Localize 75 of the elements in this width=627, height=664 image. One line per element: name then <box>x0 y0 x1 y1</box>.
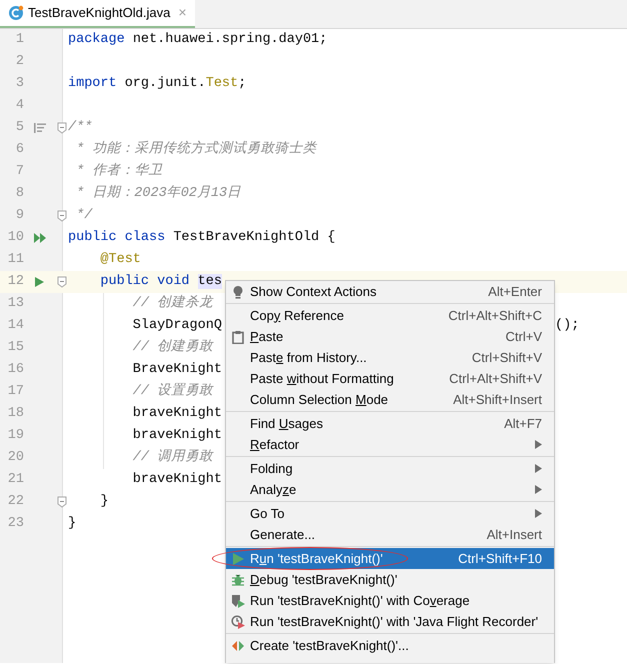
menu-item[interactable]: Run 'testBraveKnight()' Ctrl+Shift+F10 <box>226 548 554 569</box>
line-number: 12 <box>6 272 24 291</box>
code-line: SlayDragonQ <box>132 316 222 335</box>
menu-item[interactable]: Generate... Alt+Insert <box>226 524 554 545</box>
code-line: // 创建杀龙 <box>132 294 214 313</box>
menu-item[interactable]: Copy Reference Ctrl+Alt+Shift+C <box>226 305 554 326</box>
bug-icon <box>231 572 245 586</box>
code-line: BraveKnight <box>132 360 222 379</box>
line-number: 15 <box>6 338 24 357</box>
line-number: 11 <box>6 250 24 269</box>
menu-item[interactable]: Column Selection Mode Alt+Shift+Insert <box>226 389 554 410</box>
lightbulb-icon <box>231 284 245 298</box>
menu-item[interactable]: Show Context Actions Alt+Enter <box>226 281 554 302</box>
run-all-icon <box>33 232 47 244</box>
line-number: 20 <box>6 448 24 467</box>
class-file-icon <box>8 4 24 20</box>
line-number: 14 <box>6 316 24 335</box>
code-line: */ <box>75 206 92 225</box>
code-line: * 作者：华卫 <box>75 162 162 181</box>
menu-item[interactable]: Paste without Formatting Ctrl+Alt+Shift+V <box>226 368 554 389</box>
code-line: * 日期：2023年02月13日 <box>75 184 242 203</box>
code-line: * 功能：采用传统方式测试勇敢骑士类 <box>75 140 316 159</box>
line-number: 22 <box>6 492 24 511</box>
line-number: 23 <box>6 514 24 533</box>
code-line: braveKnight <box>132 426 222 445</box>
doc-comment-icon <box>33 122 47 134</box>
menu-item[interactable]: Run 'testBraveKnight()' with Coverage <box>226 590 554 611</box>
code-line: // 调用勇敢 <box>132 448 214 467</box>
code-line: // 创建勇敢 <box>132 338 214 357</box>
line-number: 4 <box>14 96 24 115</box>
menu-item[interactable]: Create 'testBraveKnight()'... <box>226 635 554 656</box>
tab-title: TestBraveKnightOld.java <box>28 4 170 22</box>
line-number: 18 <box>6 404 24 423</box>
code-line: } <box>68 514 76 533</box>
code-line: // 设置勇敢 <box>132 382 214 401</box>
line-number: 9 <box>14 206 24 225</box>
shield-play-icon <box>231 594 245 608</box>
run-icon <box>231 552 245 566</box>
code-line: public void tes <box>99 272 222 291</box>
clock-play-icon <box>231 614 245 628</box>
line-number: 7 <box>14 162 24 181</box>
line-number: 19 <box>6 426 24 445</box>
line-number: 3 <box>14 74 24 93</box>
menu-item[interactable]: Find Usages Alt+F7 <box>226 413 554 434</box>
code-line: /** <box>68 118 92 137</box>
menu-item[interactable]: Paste Ctrl+V <box>226 326 554 347</box>
line-number: 1 <box>14 30 24 49</box>
menu-item[interactable]: Paste from History... Ctrl+Shift+V <box>226 347 554 368</box>
clipboard-icon <box>231 330 245 344</box>
code-line: braveKnight <box>132 404 222 423</box>
menu-item[interactable]: Folding <box>226 458 554 479</box>
menu-item[interactable]: Debug 'testBraveKnight()' <box>226 569 554 590</box>
line-number: 6 <box>14 140 24 159</box>
code-line: @Test <box>99 250 141 269</box>
line-number: 5 <box>14 118 24 137</box>
line-number: 16 <box>6 360 24 379</box>
code-line: } <box>99 492 109 511</box>
run-icon <box>33 276 45 288</box>
menu-item[interactable]: Analyze <box>226 479 554 500</box>
code-line: package net.huawei.spring.day01; <box>68 30 328 49</box>
code-line: public class TestBraveKnightOld { <box>68 228 336 247</box>
file-tab[interactable]: TestBraveKnightOld.java × <box>0 0 195 28</box>
code-line: braveKnight <box>132 470 222 489</box>
menu-item[interactable]: Refactor <box>226 434 554 455</box>
line-number: 10 <box>6 228 24 247</box>
line-number: 17 <box>6 382 24 401</box>
line-number: 21 <box>6 470 24 489</box>
code-fragment: (); <box>555 316 580 335</box>
menu-item[interactable]: Run 'testBraveKnight()' with 'Java Flight Recorder' <box>226 611 554 632</box>
line-number: 8 <box>14 184 24 203</box>
arrows-icon <box>231 638 245 652</box>
menu-item[interactable]: Go To <box>226 503 554 524</box>
line-number: 2 <box>14 52 24 71</box>
code-line: import org.junit.Test; <box>68 74 246 93</box>
line-number: 13 <box>6 294 24 313</box>
